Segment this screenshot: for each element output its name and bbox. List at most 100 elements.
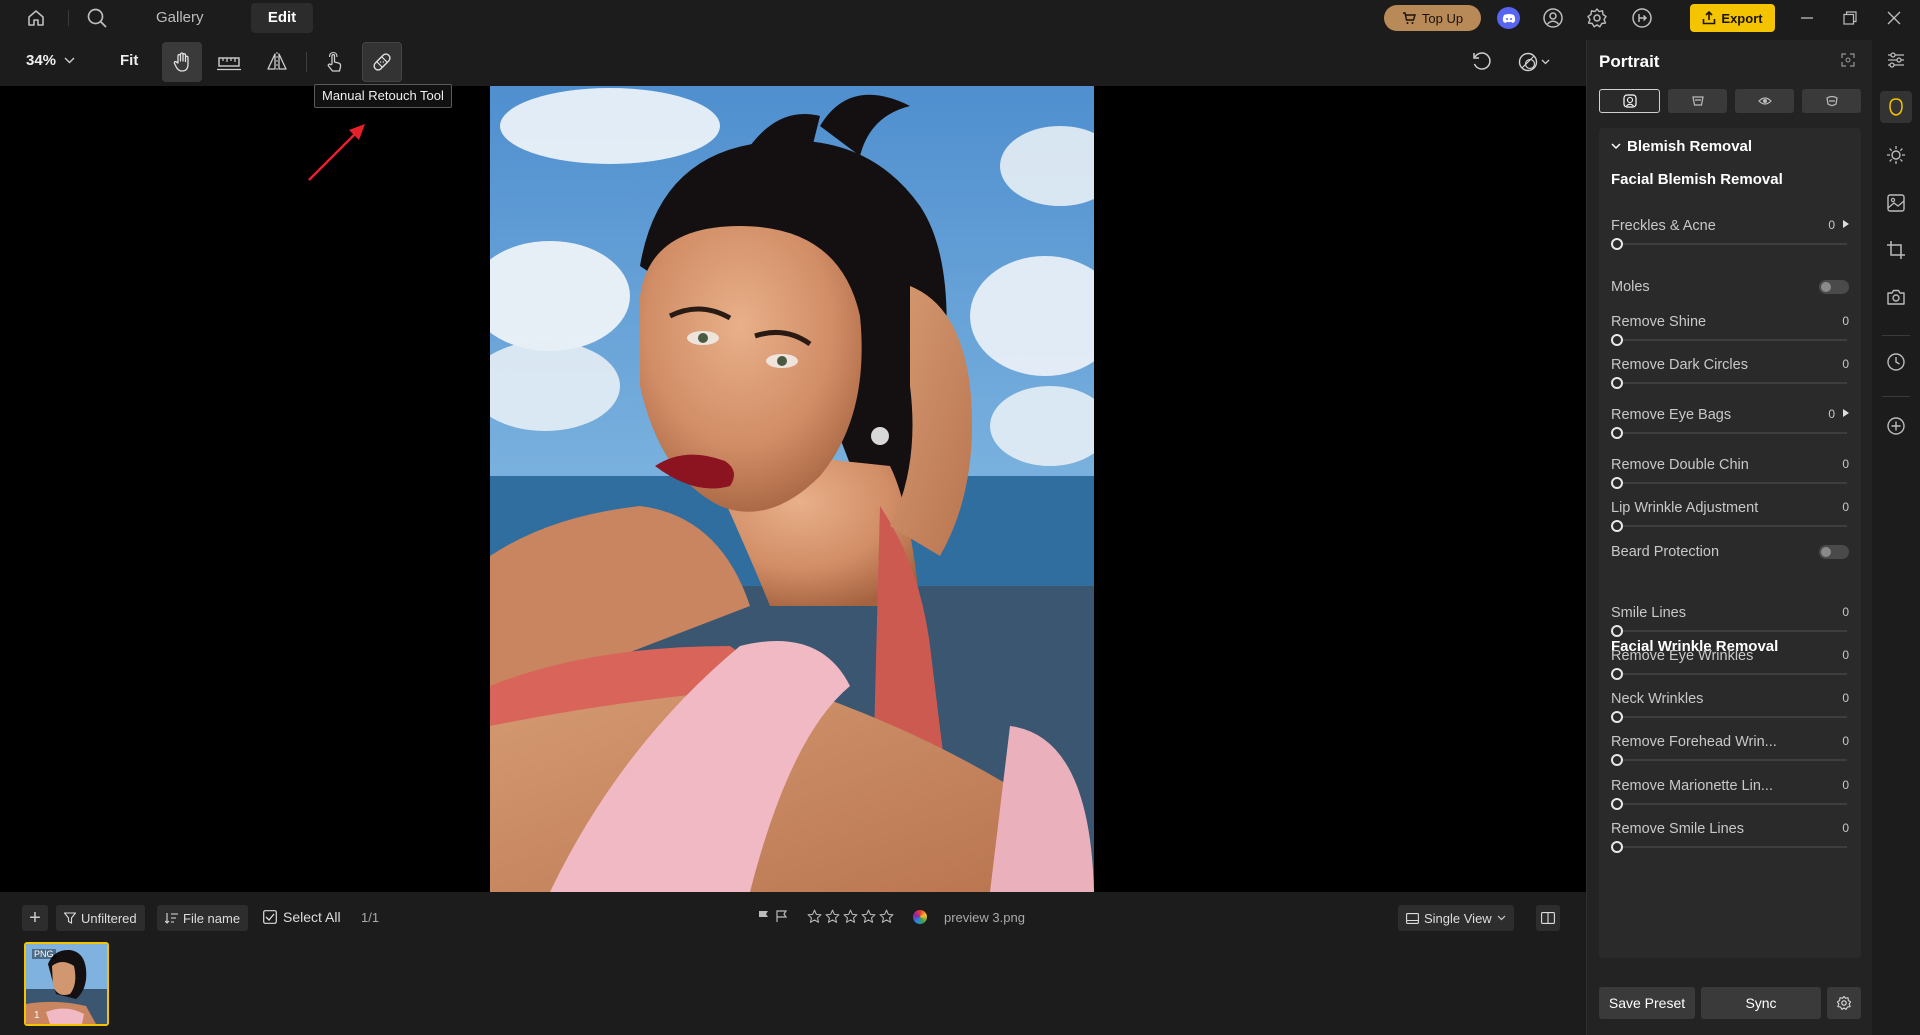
compare-view-button[interactable] — [1536, 905, 1560, 931]
toggle-switch[interactable] — [1819, 545, 1849, 559]
minimize-icon[interactable] — [1795, 6, 1819, 30]
home-icon[interactable] — [24, 6, 48, 30]
expand-icon[interactable] — [1841, 53, 1855, 67]
slider-handle[interactable] — [1611, 427, 1623, 439]
sign-out-icon[interactable] — [1630, 6, 1654, 30]
discord-icon[interactable] — [1497, 7, 1520, 29]
expand-arrow-icon[interactable] — [1843, 220, 1849, 228]
account-icon[interactable] — [1541, 6, 1565, 30]
adjustment-value[interactable]: 0 — [1842, 500, 1849, 514]
expand-arrow-icon[interactable] — [1843, 409, 1849, 417]
adjustment-value[interactable]: 0 — [1842, 314, 1849, 328]
slider-handle[interactable] — [1611, 625, 1623, 637]
slider-row: Freckles & Acne 0 — [1611, 218, 1849, 258]
tab-body[interactable] — [1802, 89, 1861, 113]
restore-icon[interactable] — [1838, 6, 1862, 30]
flip-tool-button[interactable] — [257, 42, 297, 82]
flag-icon[interactable] — [758, 910, 770, 922]
search-icon[interactable] — [85, 6, 109, 30]
slider-handle[interactable] — [1611, 238, 1623, 250]
slider-handle[interactable] — [1611, 477, 1623, 489]
sync-settings-button[interactable] — [1827, 987, 1861, 1019]
adjustment-value[interactable]: 0 — [1842, 357, 1849, 371]
light-icon[interactable] — [1880, 139, 1912, 171]
hand-tool-button[interactable] — [162, 42, 202, 82]
compare-dropdown[interactable] — [1508, 42, 1560, 82]
adjustment-value[interactable]: 0 — [1842, 648, 1849, 662]
slider-track[interactable] — [1615, 759, 1847, 761]
star-icon[interactable] — [825, 909, 840, 924]
star-rating[interactable] — [807, 909, 894, 924]
sort-button[interactable]: File name — [157, 905, 249, 931]
export-icon — [1702, 11, 1716, 25]
star-icon[interactable] — [861, 909, 876, 924]
slider-track[interactable] — [1615, 846, 1847, 848]
crop-icon[interactable] — [1880, 234, 1912, 266]
slider-handle[interactable] — [1611, 711, 1623, 723]
slider-track[interactable] — [1615, 382, 1847, 384]
tab-edit[interactable]: Edit — [251, 3, 313, 33]
reset-button[interactable] — [1462, 42, 1502, 82]
manual-retouch-tool-button[interactable] — [362, 42, 402, 82]
close-icon[interactable] — [1882, 6, 1906, 30]
photo-preview[interactable] — [490, 86, 1094, 892]
straighten-tool-button[interactable] — [209, 42, 249, 82]
adjustment-label: Remove Marionette Lin... — [1611, 778, 1773, 794]
image-icon[interactable] — [1880, 187, 1912, 219]
slider-handle[interactable] — [1611, 798, 1623, 810]
top-up-button[interactable]: Top Up — [1384, 5, 1481, 31]
slider-track[interactable] — [1615, 630, 1847, 632]
section-header[interactable]: Blemish Removal — [1599, 138, 1752, 155]
tab-makeup[interactable] — [1668, 89, 1727, 113]
select-all-checkbox[interactable]: Select All — [263, 909, 341, 925]
adjustment-value[interactable]: 0 — [1842, 734, 1849, 748]
image-canvas[interactable] — [0, 86, 1586, 892]
adjustment-value[interactable]: 0 — [1842, 457, 1849, 471]
tab-face-retouch[interactable] — [1599, 89, 1660, 113]
export-button[interactable]: Export — [1690, 4, 1775, 32]
slider-handle[interactable] — [1611, 377, 1623, 389]
adjustment-value[interactable]: 0 — [1842, 778, 1849, 792]
slider-track[interactable] — [1615, 673, 1847, 675]
slider-handle[interactable] — [1611, 668, 1623, 680]
slider-track[interactable] — [1615, 482, 1847, 484]
slider-handle[interactable] — [1611, 841, 1623, 853]
slider-handle[interactable] — [1611, 754, 1623, 766]
slider-handle[interactable] — [1611, 334, 1623, 346]
slider-track[interactable] — [1615, 525, 1847, 527]
slider-track[interactable] — [1615, 803, 1847, 805]
adjustment-value[interactable]: 0 — [1842, 821, 1849, 835]
tab-gallery[interactable]: Gallery — [144, 4, 216, 32]
slider-track[interactable] — [1615, 432, 1847, 434]
add-icon[interactable] — [1880, 410, 1912, 442]
tab-eyes[interactable] — [1735, 89, 1794, 113]
touch-tool-button[interactable] — [314, 42, 354, 82]
slider-handle[interactable] — [1611, 520, 1623, 532]
save-preset-button[interactable]: Save Preset — [1599, 987, 1695, 1019]
toggle-switch[interactable] — [1819, 280, 1849, 294]
filter-button[interactable]: Unfiltered — [56, 905, 145, 931]
adjustment-value[interactable]: 0 — [1842, 605, 1849, 619]
portrait-icon[interactable] — [1880, 91, 1912, 123]
history-icon[interactable] — [1880, 346, 1912, 378]
camera-icon[interactable] — [1880, 281, 1912, 313]
adjustment-value[interactable]: 0 — [1828, 407, 1835, 421]
sync-button[interactable]: Sync — [1701, 987, 1821, 1019]
slider-track[interactable] — [1615, 339, 1847, 341]
fit-button[interactable]: Fit — [120, 52, 138, 69]
settings-icon[interactable] — [1585, 6, 1609, 30]
slider-track[interactable] — [1615, 243, 1847, 245]
add-image-button[interactable]: + — [22, 905, 48, 931]
star-icon[interactable] — [807, 909, 822, 924]
adjust-icon[interactable] — [1880, 44, 1912, 76]
zoom-select[interactable]: 34% — [26, 52, 75, 69]
filmstrip-thumbnail[interactable]: PNG 1 — [24, 942, 109, 1026]
adjustment-value[interactable]: 0 — [1842, 691, 1849, 705]
star-icon[interactable] — [879, 909, 894, 924]
color-label-icon[interactable] — [913, 910, 927, 924]
adjustment-value[interactable]: 0 — [1828, 218, 1835, 232]
view-mode-dropdown[interactable]: Single View — [1398, 905, 1514, 931]
reject-flag-icon[interactable] — [776, 910, 788, 922]
star-icon[interactable] — [843, 909, 858, 924]
slider-track[interactable] — [1615, 716, 1847, 718]
